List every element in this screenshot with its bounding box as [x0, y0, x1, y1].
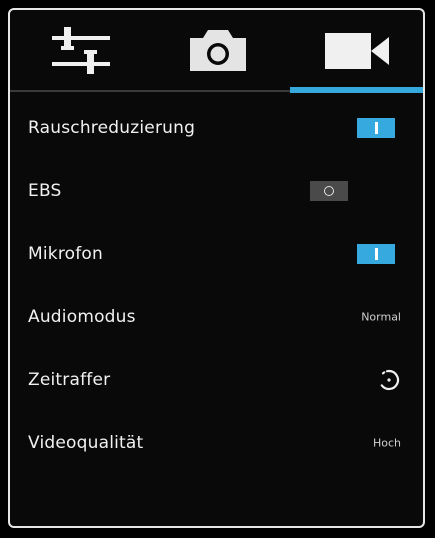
settings-sliders-icon — [52, 27, 110, 74]
microphone-toggle[interactable] — [357, 244, 395, 264]
setting-row-audio-mode[interactable]: Audiomodus Normal — [10, 286, 423, 348]
video-camera-icon — [325, 33, 389, 69]
ebs-toggle[interactable] — [310, 181, 348, 201]
timer-icon[interactable] — [377, 368, 401, 392]
camera-icon — [190, 30, 246, 71]
tab-video[interactable] — [290, 10, 423, 92]
tab-bar — [10, 10, 423, 93]
selected-tab-indicator — [290, 87, 423, 93]
setting-row-microphone[interactable]: Mikrofon — [10, 223, 423, 285]
toggle-knob — [324, 186, 334, 196]
noise-reduction-toggle[interactable] — [357, 118, 395, 138]
camera-settings-panel: Rauschreduzierung EBS Mikrofon Audiomodu… — [8, 8, 425, 528]
setting-label: Zeitraffer — [28, 370, 111, 390]
setting-row-noise-reduction[interactable]: Rauschreduzierung — [10, 97, 423, 159]
tab-settings[interactable] — [10, 10, 150, 92]
toggle-knob — [374, 248, 378, 260]
setting-label: Rauschreduzierung — [28, 118, 196, 138]
setting-label: Audiomodus — [28, 307, 136, 327]
tab-photo[interactable] — [150, 10, 290, 92]
setting-label: Mikrofon — [28, 244, 104, 264]
audio-mode-value[interactable]: Normal — [361, 311, 401, 324]
video-quality-value[interactable]: Hoch — [373, 437, 401, 450]
setting-row-time-lapse[interactable]: Zeitraffer — [10, 349, 423, 411]
setting-row-video-quality[interactable]: Videoqualität Hoch — [10, 412, 423, 474]
toggle-knob — [374, 122, 378, 134]
setting-row-ebs[interactable]: EBS — [10, 160, 423, 222]
setting-label: Videoqualität — [28, 433, 144, 453]
tab-divider — [10, 90, 290, 92]
setting-label: EBS — [28, 181, 62, 201]
